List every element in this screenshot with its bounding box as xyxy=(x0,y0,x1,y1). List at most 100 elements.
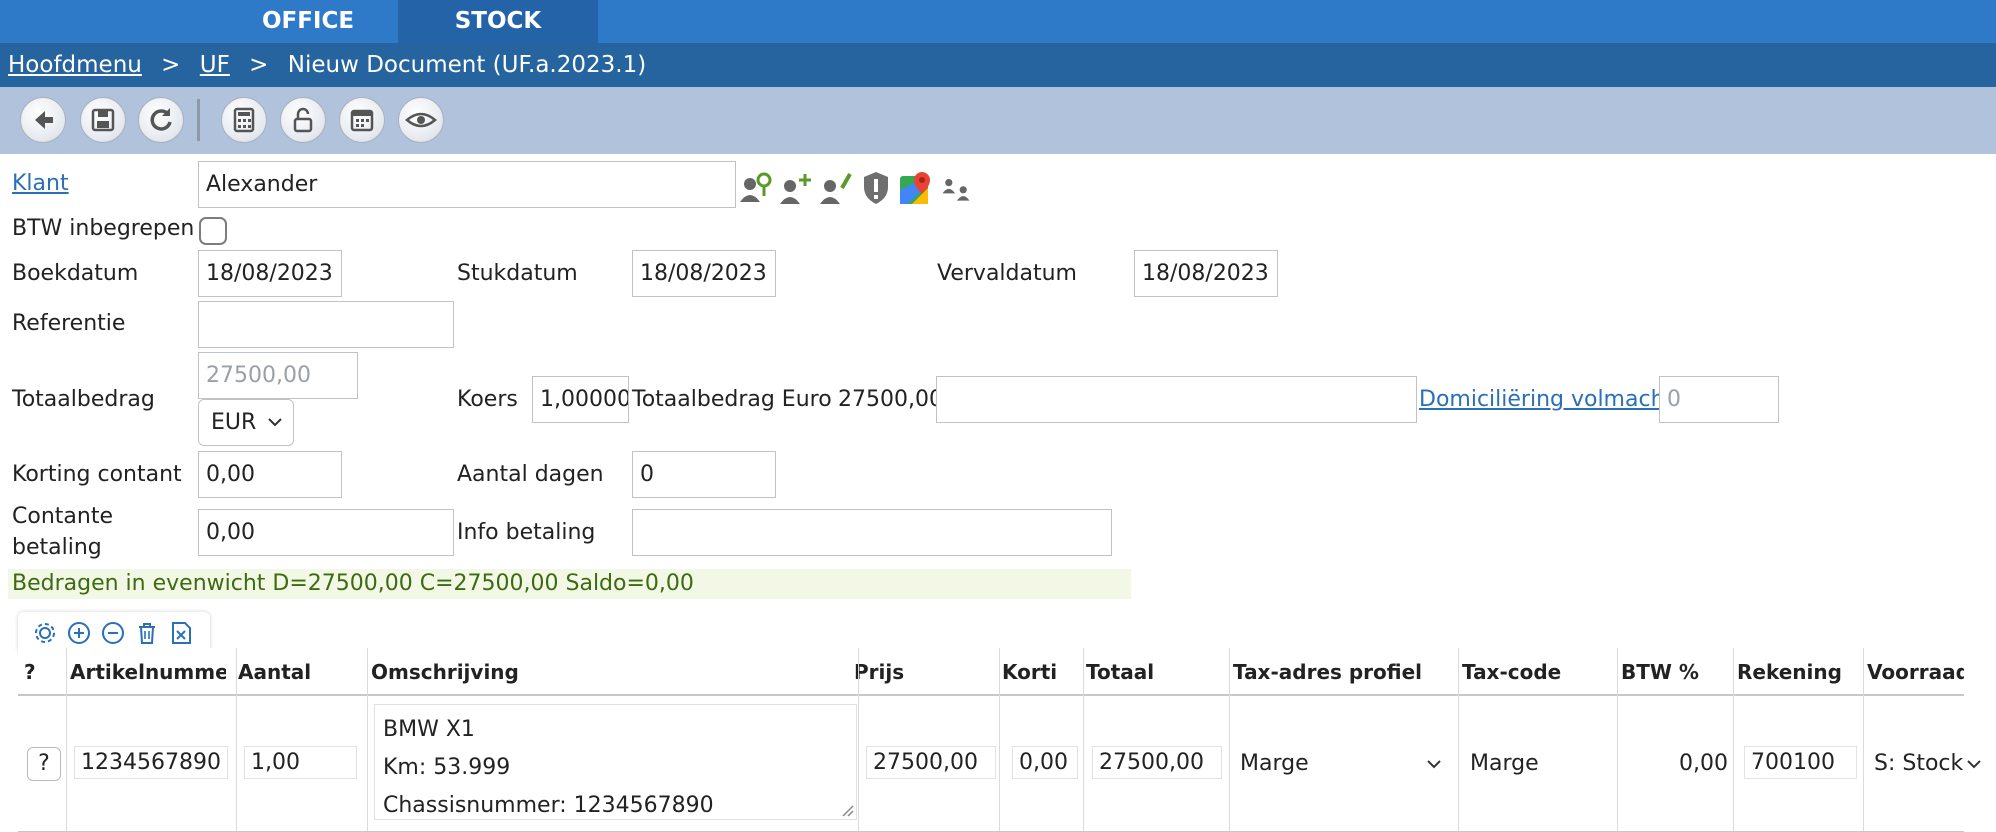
col-header-prijs[interactable]: Prijs xyxy=(848,648,988,696)
referentie-label: Referentie xyxy=(12,311,126,336)
korting-input[interactable]: 0,00 xyxy=(1012,746,1078,779)
user-search-icon xyxy=(740,172,772,202)
totaal-input[interactable]: 27500,00 xyxy=(1092,746,1222,779)
col-header-artikelnummer[interactable]: Artikelnumme xyxy=(64,648,226,696)
klant-input[interactable]: Alexander xyxy=(198,161,736,208)
users-icon xyxy=(942,179,970,201)
koers-input[interactable]: 1,000000 xyxy=(532,376,629,423)
stukdatum-input[interactable]: 18/08/2023 xyxy=(632,250,776,297)
boekdatum-label: Boekdatum xyxy=(12,261,139,286)
totaalbedrag-euro-value: 27500,00 xyxy=(838,387,943,412)
aantal-input[interactable]: 1,00 xyxy=(244,746,357,779)
shield-button[interactable] xyxy=(858,168,894,208)
col-header-aantal[interactable]: Aantal xyxy=(232,648,352,696)
shield-icon xyxy=(864,172,888,204)
toolbar xyxy=(0,87,1996,154)
btw-label: BTW inbegrepen xyxy=(12,216,195,241)
table-row: ? 1234567890 1,00 BMW X1 Km: 53.999 Chas… xyxy=(18,696,1981,832)
omschrijving-textarea[interactable]: BMW X1 Km: 53.999 Chassisnummer: 1234567… xyxy=(374,704,857,820)
trash-icon xyxy=(139,623,155,644)
prijs-input[interactable]: 27500,00 xyxy=(866,746,996,779)
breadcrumb-current: Nieuw Document (UF.a.2023.1) xyxy=(287,52,647,78)
vervaldatum-label: Vervaldatum xyxy=(937,261,1077,286)
omschrijving-line: Km: 53.999 xyxy=(383,755,511,780)
unlock-button[interactable] xyxy=(280,97,326,143)
minus-circle-icon xyxy=(102,622,124,644)
toolbar-divider xyxy=(197,99,200,141)
map-button[interactable] xyxy=(898,168,934,208)
grid-header: ? Artikelnumme Aantal Omschrijving Prijs… xyxy=(18,648,1964,696)
breadcrumb-uf-link[interactable]: UF xyxy=(200,52,230,78)
grid-settings-button[interactable] xyxy=(32,620,58,646)
add-client-button[interactable] xyxy=(778,168,814,208)
contante-input[interactable]: 0,00 xyxy=(198,509,454,556)
grid-delete-button[interactable] xyxy=(134,620,160,646)
refresh-button[interactable] xyxy=(138,97,184,143)
currency-value: EUR xyxy=(211,410,257,435)
grid-excel-button[interactable] xyxy=(168,620,194,646)
aantal-dagen-label: Aantal dagen xyxy=(457,462,604,487)
totaalbedrag-euro-extra-input[interactable] xyxy=(936,376,1417,423)
col-header-rekening[interactable]: Rekening xyxy=(1731,648,1855,696)
search-client-button[interactable] xyxy=(738,168,774,208)
info-betaling-input[interactable] xyxy=(632,509,1112,556)
stukdatum-label: Stukdatum xyxy=(457,261,578,286)
back-icon xyxy=(35,111,53,129)
contacts-button[interactable] xyxy=(938,168,974,208)
col-header-korting[interactable]: Korti xyxy=(996,648,1076,696)
breadcrumb: Hoofdmenu > UF > Nieuw Document (UF.a.20… xyxy=(0,43,1996,87)
klant-actions xyxy=(738,166,974,210)
totaalbedrag-euro-label: Totaalbedrag Euro xyxy=(632,387,832,412)
referentie-input[interactable] xyxy=(198,301,454,348)
col-header-totaal[interactable]: Totaal xyxy=(1080,648,1220,696)
breadcrumb-home-link[interactable]: Hoofdmenu xyxy=(8,52,142,78)
domiciliering-input[interactable]: 0 xyxy=(1659,376,1779,423)
btw-value: 0,00 xyxy=(1679,751,1728,776)
col-header-btw[interactable]: BTW % xyxy=(1615,648,1725,696)
unlock-icon xyxy=(293,107,313,133)
btw-checkbox[interactable] xyxy=(199,217,227,245)
artikelnummer-input[interactable]: 1234567890 xyxy=(74,746,228,779)
totaalbedrag-label: Totaalbedrag xyxy=(12,387,155,412)
korting-input[interactable]: 0,00 xyxy=(198,451,342,498)
calendar-button[interactable] xyxy=(339,97,385,143)
plus-circle-icon xyxy=(68,622,90,644)
voorraad-value: S: Stock xyxy=(1874,751,1964,776)
contante-label-line2: betaling xyxy=(12,535,102,560)
omschrijving-line: BMW X1 xyxy=(383,717,475,742)
edit-client-button[interactable] xyxy=(818,168,854,208)
aantal-dagen-input[interactable]: 0 xyxy=(632,451,776,498)
currency-select[interactable]: EUR xyxy=(198,399,294,446)
voorraad-select[interactable]: S: Stock xyxy=(1874,750,1964,778)
col-header-voorraad[interactable]: Voorraad s xyxy=(1861,648,1964,696)
breadcrumb-separator: > xyxy=(161,52,181,78)
user-add-icon xyxy=(780,174,811,204)
omschrijving-line: Chassisnummer: 1234567890 xyxy=(383,793,714,818)
calculator-button[interactable] xyxy=(221,97,267,143)
col-header-omschrijving[interactable]: Omschrijving xyxy=(365,648,845,696)
tax-code-value: Marge xyxy=(1470,751,1539,776)
col-header-tax-profiel[interactable]: Tax-adres profiel xyxy=(1227,648,1447,696)
klant-link[interactable]: Klant xyxy=(12,171,69,196)
row-help-button[interactable]: ? xyxy=(27,747,61,781)
rekening-input[interactable]: 700100 xyxy=(1744,746,1857,779)
grid-remove-button[interactable] xyxy=(100,620,126,646)
preview-button[interactable] xyxy=(398,97,444,143)
info-betaling-label: Info betaling xyxy=(457,520,596,545)
tab-office[interactable]: OFFICE xyxy=(218,0,398,43)
domiciliering-link[interactable]: Domiciliëring volmacht xyxy=(1419,387,1673,412)
back-button[interactable] xyxy=(20,97,66,143)
map-icon xyxy=(900,172,930,204)
boekdatum-input[interactable]: 18/08/2023 xyxy=(198,250,342,297)
korting-label: Korting contant xyxy=(12,462,182,487)
calendar-icon xyxy=(350,109,374,132)
tab-stock[interactable]: STOCK xyxy=(398,0,598,43)
totaalbedrag-input[interactable]: 27500,00 xyxy=(198,352,358,399)
col-header-question[interactable]: ? xyxy=(18,648,66,696)
grid-add-button[interactable] xyxy=(66,620,92,646)
col-header-tax-code[interactable]: Tax-code xyxy=(1456,648,1606,696)
vervaldatum-input[interactable]: 18/08/2023 xyxy=(1134,250,1278,297)
save-button[interactable] xyxy=(80,97,126,143)
tax-profiel-select[interactable]: Marge xyxy=(1240,750,1452,778)
breadcrumb-separator: > xyxy=(249,52,269,78)
